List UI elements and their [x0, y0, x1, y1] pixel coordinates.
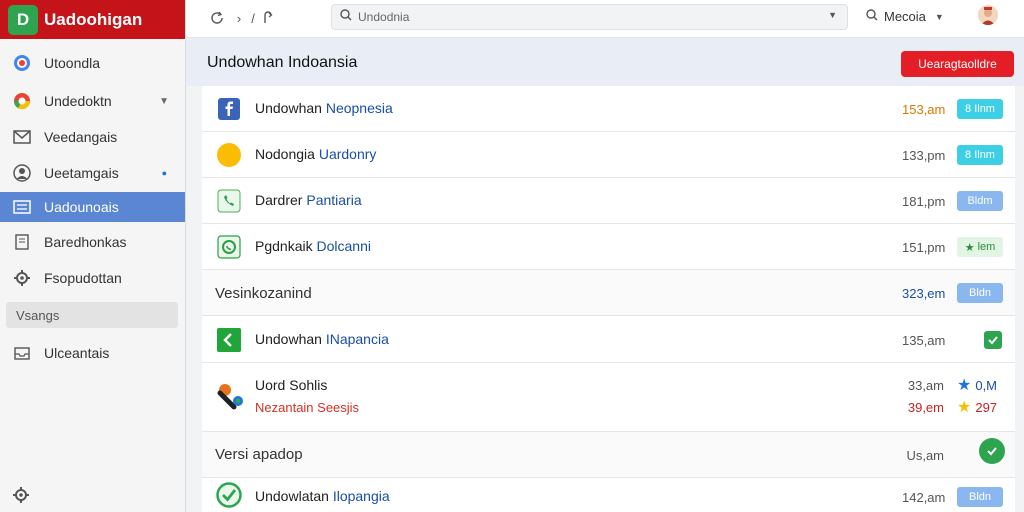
media-label: Mecoia — [884, 9, 926, 24]
section-header: Versi apadop Us,am — [202, 432, 1015, 478]
list-item[interactable]: Undowhan INapancia 135,am — [202, 316, 1015, 363]
search-bar[interactable]: ▼ — [331, 4, 848, 30]
main-header: Undowhan Indoansia Uearagtaolldre — [186, 38, 1024, 86]
list-item[interactable]: Uord Sohlis Nezantain Seesjis 33,am 39,e… — [202, 363, 1015, 432]
page-title: Undowhan Indoansia — [207, 54, 358, 71]
refresh-icon[interactable] — [208, 9, 226, 27]
list-item-subtitle: Nezantain Seesjis — [255, 400, 360, 415]
mail-icon — [12, 127, 32, 147]
status-badge: Bldn — [957, 283, 1003, 303]
facebook-icon — [216, 96, 242, 122]
list-item[interactable]: Nodongia Uardonry 133,pm 8 Ilnm — [202, 132, 1015, 178]
sidebar-item-uadounoais[interactable]: Uadounoais — [0, 192, 185, 222]
settings-icon — [12, 268, 32, 288]
brand-bar[interactable]: D Uadoohigan — [0, 0, 185, 39]
top-bar: › / ▼ Mecoia ▼ — [186, 0, 1024, 38]
status-badge: Bldn — [957, 487, 1003, 507]
message-list: Undowhan Neopnesia 153,am 8 Ilnm Nodongi… — [202, 86, 1015, 512]
avatar[interactable] — [978, 5, 998, 25]
list-item[interactable]: Pgdnkaik Dolcanni 151,pm ★ lem — [202, 224, 1015, 270]
section-title: Versi apadop — [215, 446, 303, 463]
list-item-time: 151,pm — [902, 240, 946, 255]
sidebar-item-label: Baredhonkas — [44, 234, 127, 250]
sidebar-item-ulceantais[interactable]: Ulceantais — [0, 338, 185, 368]
sidebar: D Uadoohigan Utoondla Undedoktn ▼ Veedan… — [0, 0, 186, 512]
section-time: Us,am — [906, 448, 944, 463]
sidebar-item-fsopudottan[interactable]: Fsopudottan — [0, 263, 185, 293]
list-item[interactable]: Dardrer Pantiaria 181,pm Bldm — [202, 178, 1015, 224]
back-icon[interactable] — [259, 9, 277, 27]
list-item-title: Uord Sohlis — [255, 377, 328, 393]
status-badge: 8 Ilnm — [957, 99, 1003, 119]
check-square-icon — [216, 327, 242, 353]
status-badge: ★ lem — [957, 237, 1003, 257]
rating-stat: ★ 297 — [957, 399, 998, 416]
check-circle-icon[interactable] — [979, 438, 1005, 464]
chevron-down-icon[interactable]: ▼ — [159, 96, 169, 107]
chrome-icon — [12, 91, 32, 111]
sidebar-item-undedoktn[interactable]: Undedoktn ▼ — [0, 86, 185, 116]
apps-icon — [216, 381, 246, 411]
list-item[interactable]: Undowlatan Ilopangia 142,am Bldn — [202, 478, 1015, 512]
search-icon — [340, 8, 352, 26]
gear-icon[interactable] — [12, 486, 30, 504]
sidebar-item-utoondla[interactable]: Utoondla — [0, 48, 185, 78]
chevron-down-icon[interactable]: ▼ — [828, 10, 837, 20]
sidebar-item-label: Uadounoais — [44, 199, 119, 215]
sidebar-item-veedangais[interactable]: Veedangais — [0, 122, 185, 152]
check-circle-icon — [216, 482, 242, 508]
document-icon — [12, 232, 32, 252]
sidebar-item-label: Ueetamgais — [44, 165, 119, 181]
list-item-time: 33,am — [907, 378, 944, 393]
status-badge: 8 Ilnm — [957, 145, 1003, 165]
globe-icon — [12, 53, 32, 73]
circle-icon — [216, 142, 242, 168]
star-icon: ★ — [957, 399, 972, 416]
sidebar-item-label: Fsopudottan — [44, 270, 122, 286]
list-item-time: 135,am — [902, 333, 946, 348]
app-logo-icon: D — [8, 4, 38, 35]
list-icon — [12, 197, 32, 217]
sidebar-item-label: Utoondla — [44, 55, 101, 71]
chevron-down-icon[interactable]: ▼ — [935, 12, 944, 22]
notification-dot-icon: ● — [161, 168, 167, 178]
list-item-time: 39,em — [907, 400, 944, 415]
list-item-title: Dardrer Pantiaria — [255, 192, 362, 208]
list-item[interactable]: Undowhan Neopnesia 153,am 8 Ilnm — [202, 86, 1015, 132]
check-icon[interactable] — [984, 331, 1002, 349]
phone-icon — [216, 188, 242, 214]
list-item-title: Nodongia Uardonry — [255, 146, 377, 162]
list-item-time: 142,am — [902, 490, 946, 505]
list-item-time: 153,am — [902, 102, 946, 117]
list-item-title: Undowlatan Ilopangia — [255, 488, 390, 504]
inbox-icon — [12, 343, 32, 363]
search-input[interactable] — [358, 10, 798, 24]
list-item-title: Undowhan Neopnesia — [255, 100, 393, 116]
star-icon: ★ — [957, 377, 972, 394]
brand-title: Uadoohigan — [44, 9, 143, 29]
search-icon — [866, 9, 878, 24]
sidebar-item-label: Ulceantais — [44, 345, 110, 361]
status-badge: Bldm — [957, 191, 1003, 211]
sidebar-item-label: Veedangais — [44, 129, 118, 145]
list-item-time: 133,pm — [902, 148, 946, 163]
section-header: Vesinkozanind 323,em Bldn — [202, 270, 1015, 316]
list-item-time: 181,pm — [902, 194, 946, 209]
media-menu[interactable]: Mecoia ▼ — [866, 9, 944, 24]
primary-action-button[interactable]: Uearagtaolldre — [901, 51, 1014, 77]
user-circle-icon — [12, 163, 32, 183]
star-icon: ★ — [964, 241, 975, 254]
whatsapp-icon — [216, 234, 242, 260]
list-item-title: Pgdnkaik Dolcanni — [255, 238, 371, 254]
rating-stat: ★ 0,M — [957, 377, 998, 394]
sidebar-item-label: Undedoktn — [44, 93, 112, 109]
section-time: 323,em — [902, 286, 946, 301]
sidebar-section-vsangs[interactable]: Vsangs — [6, 302, 178, 328]
sidebar-item-baredhonkas[interactable]: Baredhonkas — [0, 227, 185, 257]
sidebar-item-ueetamgais[interactable]: Ueetamgais ● — [0, 158, 185, 188]
list-item-title: Undowhan INapancia — [255, 331, 389, 347]
section-title: Vesinkozanind — [215, 285, 312, 302]
